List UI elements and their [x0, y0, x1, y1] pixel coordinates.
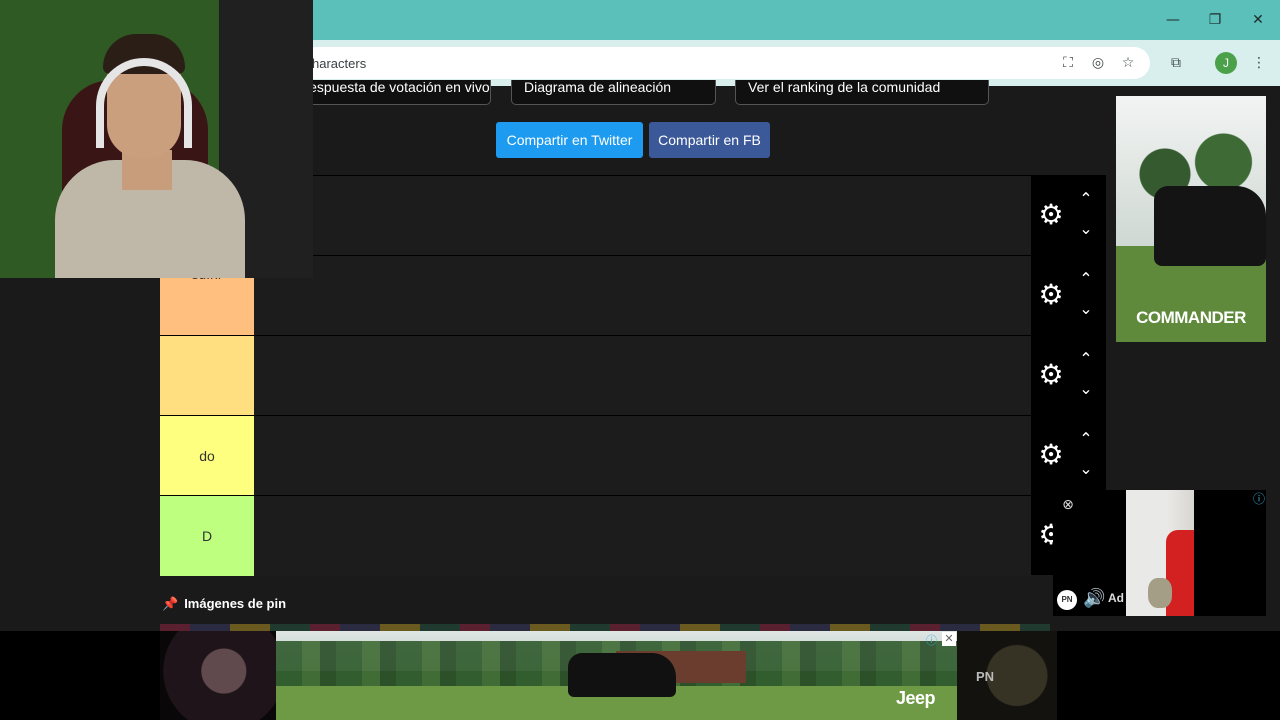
- pn-badge: PN: [976, 669, 995, 684]
- move-up-icon[interactable]: ⌃: [1074, 350, 1098, 368]
- share-twitter-button[interactable]: Compartir en Twitter: [496, 122, 643, 158]
- tier-drop-zone[interactable]: [254, 176, 1032, 256]
- close-window-icon[interactable]: ✕: [1245, 8, 1271, 32]
- character-thumbnail[interactable]: [957, 631, 1057, 720]
- browser-menu-icon[interactable]: ⋮: [1249, 53, 1269, 73]
- share-fb-button[interactable]: Compartir en FB: [649, 122, 770, 158]
- url-text[interactable]: haracters: [312, 56, 366, 71]
- tier-label[interactable]: D: [160, 496, 254, 576]
- move-down-icon[interactable]: ⌄: [1074, 460, 1098, 478]
- video-ad[interactable]: ⊗ ⓘ PN 🔊 Ad: [1053, 490, 1266, 616]
- right-ad-headline: COMMANDER: [1136, 308, 1246, 327]
- webcam-overlay: [0, 0, 313, 278]
- gear-icon[interactable]: ⚙: [1036, 280, 1066, 310]
- close-icon[interactable]: ✕: [942, 632, 956, 646]
- profile-avatar[interactable]: J: [1215, 52, 1237, 74]
- jeep-logo: Jeep: [896, 688, 936, 708]
- translate-icon[interactable]: ⛶: [1058, 53, 1078, 73]
- address-bar[interactable]: [300, 47, 1150, 79]
- gear-icon[interactable]: ⚙: [1036, 200, 1066, 230]
- tier-drop-zone[interactable]: [254, 336, 1032, 416]
- speaker-icon[interactable]: 🔊: [1083, 588, 1105, 609]
- move-down-icon[interactable]: ⌄: [1074, 380, 1098, 398]
- move-up-icon[interactable]: ⌃: [1074, 190, 1098, 208]
- pn-badge: PN: [1057, 590, 1077, 610]
- pin-images-label: Imágenes de pin: [184, 596, 287, 611]
- info-icon[interactable]: ⓘ: [1253, 490, 1265, 507]
- tier-label[interactable]: do: [160, 416, 254, 496]
- tier-label[interactable]: [160, 336, 254, 416]
- alignment-chart-button[interactable]: Diagrama de alineación: [511, 80, 716, 105]
- tier-drop-zone[interactable]: [254, 496, 1032, 576]
- move-down-icon[interactable]: ⌄: [1074, 300, 1098, 318]
- bottom-ad-banner[interactable]: Jeep ⓘ ✕: [276, 631, 957, 720]
- restore-icon[interactable]: ❐: [1202, 8, 1228, 32]
- live-vote-button[interactable]: Respuesta de votación en vivo: [286, 80, 491, 105]
- gear-icon[interactable]: ⚙: [1036, 360, 1066, 390]
- ad-car: [1154, 186, 1266, 266]
- tier-row: do: [160, 415, 1032, 496]
- tier-drop-zone[interactable]: [254, 256, 1032, 336]
- ad-bag: [1148, 578, 1172, 608]
- bookmark-star-icon[interactable]: ☆: [1118, 53, 1138, 73]
- tier-row: D: [160, 495, 1032, 576]
- move-up-icon[interactable]: ⌃: [1074, 270, 1098, 288]
- extensions-icon[interactable]: ⧉: [1166, 53, 1186, 73]
- pin-icon: 📌: [162, 596, 179, 611]
- minimize-icon[interactable]: —: [1160, 8, 1186, 32]
- ad-car: [568, 653, 676, 697]
- move-down-icon[interactable]: ⌄: [1074, 220, 1098, 238]
- pin-images-heading: 📌 Imágenes de pin: [162, 596, 286, 612]
- move-up-icon[interactable]: ⌃: [1074, 430, 1098, 448]
- right-ad-banner[interactable]: COMMANDER: [1116, 96, 1266, 342]
- gear-icon[interactable]: ⚙: [1036, 440, 1066, 470]
- ad-label: Ad: [1108, 591, 1124, 605]
- tier-row: [160, 335, 1032, 416]
- eye-slash-icon[interactable]: ◎: [1088, 53, 1108, 73]
- tier-drop-zone[interactable]: [254, 416, 1032, 496]
- ad-person: [1166, 530, 1194, 616]
- close-icon[interactable]: ⊗: [1060, 497, 1076, 513]
- character-thumbnail[interactable]: [160, 631, 276, 720]
- video-ad-frame: [1126, 490, 1194, 616]
- headphones-icon: [96, 58, 192, 148]
- community-ranking-button[interactable]: Ver el ranking de la comunidad: [735, 80, 989, 105]
- info-icon[interactable]: ⓘ: [926, 632, 937, 648]
